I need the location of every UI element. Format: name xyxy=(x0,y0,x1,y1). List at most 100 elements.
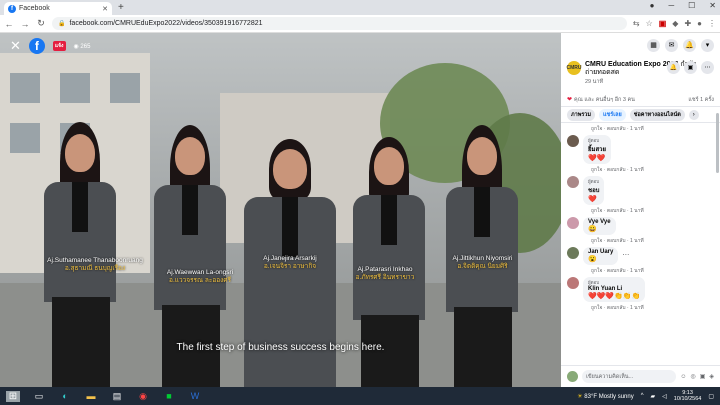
translate-icon[interactable]: ⇆ xyxy=(633,19,640,28)
clock[interactable]: 9:13 10/10/2564 xyxy=(674,390,702,403)
line-icon[interactable]: ■ xyxy=(162,391,176,401)
name-caption-4: Aj.Patarasri Inkhao อ.ภัทรศรี อินทราขาว xyxy=(355,266,415,282)
browser-tab[interactable]: f Facebook ✕ xyxy=(4,2,112,15)
chrome-icon[interactable]: ◉ xyxy=(136,391,150,402)
browser-toolbar: ← → ↻ 🔒 facebook.com/CMRUEduExpo2022/vid… xyxy=(0,15,720,33)
notifications-icon[interactable]: 🔔 xyxy=(683,38,696,52)
messenger-icon[interactable]: ✉ xyxy=(665,38,678,52)
bell-icon[interactable]: 🔔 xyxy=(667,61,680,74)
tray-chevron-icon[interactable]: ^ xyxy=(641,393,644,399)
comment-bubble: ผู้ตอบ ยิ้มสวย ❤️❤️ xyxy=(583,135,612,164)
pill-share[interactable]: แชร์เลย xyxy=(599,108,626,121)
system-tray: ☀ 83°F Mostly sunny ^ ▰ ◁ 9:13 10/10/256… xyxy=(577,387,714,405)
comment: ผู้ตอบ ยิ้มสวย ❤️❤️ xyxy=(567,135,714,164)
avatar-icon[interactable]: ● xyxy=(697,19,702,28)
comment-text: ❤️❤️❤️👏👏👏 xyxy=(588,293,641,300)
pill-overview[interactable]: ภาพรวม xyxy=(567,108,596,121)
comment-bubble: ผู้ตอบ ชอบ ❤️ xyxy=(583,176,605,205)
video-player[interactable]: Aj.Suthamanee Thanaboonruang อ.สุธามณี ธ… xyxy=(0,33,561,387)
comment-meta[interactable]: ถูกใจ · ตอบกลับ · 1 นาที xyxy=(591,207,714,215)
gif-icon[interactable]: ▣ xyxy=(700,373,706,380)
extension-icon[interactable]: ◆ xyxy=(672,19,678,28)
tab-title: Facebook xyxy=(19,5,50,12)
comment: ผู้ตอบ Klin Yuan Li ❤️❤️❤️👏👏👏 xyxy=(567,277,714,302)
account-menu-icon[interactable]: ▾ xyxy=(701,38,714,52)
extension-icons: ⇆ ☆ ▣ ◆ ✚ ● ⋮ xyxy=(633,19,716,28)
avatar[interactable] xyxy=(567,176,579,188)
reactions-row: ❤ คุณ และ คนอื่นๆ อีก 3 คน แชร์ 1 ครั้ง xyxy=(561,93,720,107)
close-video-icon[interactable]: ✕ xyxy=(10,38,21,54)
facebook-favicon-icon: f xyxy=(8,4,16,13)
comment-meta[interactable]: ถูกใจ · ตอบกลับ · 1 นาที xyxy=(591,166,714,174)
post-header-buttons: 🔔 ▣ ⋯ xyxy=(667,61,714,74)
comment-meta[interactable]: ถูกใจ · ตอบกลับ · 1 นาที xyxy=(591,237,714,245)
pill-online[interactable]: ช่อคาทางออนไลน์ต xyxy=(629,108,685,121)
address-bar[interactable]: 🔒 facebook.com/CMRUEduExpo2022/videos/35… xyxy=(52,17,627,30)
forward-icon[interactable]: → xyxy=(20,19,30,29)
pill-row: ภาพรวม แชร์เลย ช่อคาทางออนไลน์ต › xyxy=(561,107,720,123)
comment: Vye Vye 😀 xyxy=(567,217,714,235)
avatar[interactable] xyxy=(567,247,579,259)
building-window xyxy=(60,73,90,103)
word-icon[interactable]: W xyxy=(188,391,202,401)
reactions-summary[interactable]: ❤ คุณ และ คนอื่นๆ อีก 3 คน xyxy=(567,96,635,104)
weather-widget[interactable]: ☀ 83°F Mostly sunny xyxy=(577,393,633,400)
new-tab-button[interactable]: + xyxy=(118,2,124,13)
browser-tab-bar: f Facebook ✕ + ● ─ ☐ ✕ xyxy=(0,0,720,15)
task-view-icon[interactable]: ▭ xyxy=(32,391,46,402)
volume-icon[interactable]: ◁ xyxy=(662,393,667,400)
avatar[interactable] xyxy=(567,135,579,147)
name-caption-5: Aj.Jittikhun Niyomsiri อ.จิตติคุณ นิยมศิ… xyxy=(452,255,513,271)
commenter-name: ชอบ xyxy=(588,188,600,194)
sticker-icon[interactable]: ◈ xyxy=(709,373,714,380)
window-controls: ● ─ ☐ ✕ xyxy=(650,1,716,10)
star-icon[interactable]: ☆ xyxy=(646,19,653,28)
comment-input[interactable]: เขียนความคิดเห็น... xyxy=(582,370,677,383)
store-icon[interactable]: ▤ xyxy=(110,391,124,402)
post-header: CMRU CMRU Education Expo 2022 กำลัง ถ่าย… xyxy=(561,57,720,93)
chevron-right-icon[interactable]: › xyxy=(688,109,699,120)
edge-icon[interactable]: ◐ xyxy=(58,391,72,401)
comment-meta[interactable]: ถูกใจ · ตอบกลับ · 1 นาที xyxy=(591,267,714,275)
save-icon[interactable]: ▣ xyxy=(684,61,697,74)
user-avatar xyxy=(567,371,578,382)
pdf-extension-icon[interactable]: ▣ xyxy=(659,19,667,28)
viewer-count: ◉ 265 xyxy=(73,43,91,50)
more-options-icon[interactable]: ⋯ xyxy=(701,61,714,74)
minimize-button[interactable]: ─ xyxy=(668,1,674,10)
avatar[interactable] xyxy=(567,217,579,229)
close-window-button[interactable]: ✕ xyxy=(709,1,716,10)
close-tab-icon[interactable]: ✕ xyxy=(102,5,108,13)
windows-taskbar: ⊞ ⌕ ▭ ◐ ▬ ▤ ◉ ■ W ☀ 83°F Mostly sunny ^ … xyxy=(0,387,720,405)
network-icon[interactable]: ▰ xyxy=(651,393,656,400)
windows-start-icon[interactable]: ⊞ xyxy=(6,390,20,402)
comment-text: ❤️❤️ xyxy=(588,155,606,162)
comment-list: ถูกใจ · ตอบกลับ · 1 นาที ผู้ตอบ ยิ้มสวย … xyxy=(561,123,720,316)
building-window xyxy=(10,73,40,103)
panel-nav: ▦ ✉ 🔔 ▾ xyxy=(561,33,720,57)
building-window xyxy=(110,73,140,103)
page-logo[interactable]: CMRU xyxy=(567,61,582,75)
profile-icon[interactable]: ● xyxy=(650,1,655,10)
facebook-logo-icon[interactable]: f xyxy=(28,38,45,54)
file-explorer-icon[interactable]: ▬ xyxy=(84,391,98,401)
commenter-tag: ผู้ตอบ xyxy=(588,138,600,143)
maximize-button[interactable]: ☐ xyxy=(688,1,695,10)
shares-count[interactable]: แชร์ 1 ครั้ง xyxy=(688,96,714,104)
panel-scrollbar[interactable] xyxy=(716,113,719,173)
camera-icon[interactable]: ◎ xyxy=(690,373,695,380)
comment-more-icon[interactable]: ⋯ xyxy=(622,251,629,259)
avatar[interactable] xyxy=(567,277,579,289)
menu-icon[interactable]: ⋮ xyxy=(708,19,716,28)
live-badge: แจ้ง xyxy=(52,41,66,51)
comment-meta[interactable]: ถูกใจ · ตอบกลับ · 1 นาที xyxy=(591,304,714,312)
emoji-icon[interactable]: ☺ xyxy=(680,374,686,380)
commenter-tag: ผู้ตอบ xyxy=(588,280,600,285)
apps-grid-icon[interactable]: ▦ xyxy=(647,38,660,52)
comment-composer: เขียนความคิดเห็น... ☺ ◎ ▣ ◈ xyxy=(561,365,720,387)
back-icon[interactable]: ← xyxy=(4,19,14,29)
notification-icon[interactable]: ▢ xyxy=(708,393,714,400)
comment-meta[interactable]: ถูกใจ · ตอบกลับ · 1 นาที xyxy=(591,125,714,133)
reload-icon[interactable]: ↻ xyxy=(36,18,46,29)
puzzle-icon[interactable]: ✚ xyxy=(684,19,691,28)
